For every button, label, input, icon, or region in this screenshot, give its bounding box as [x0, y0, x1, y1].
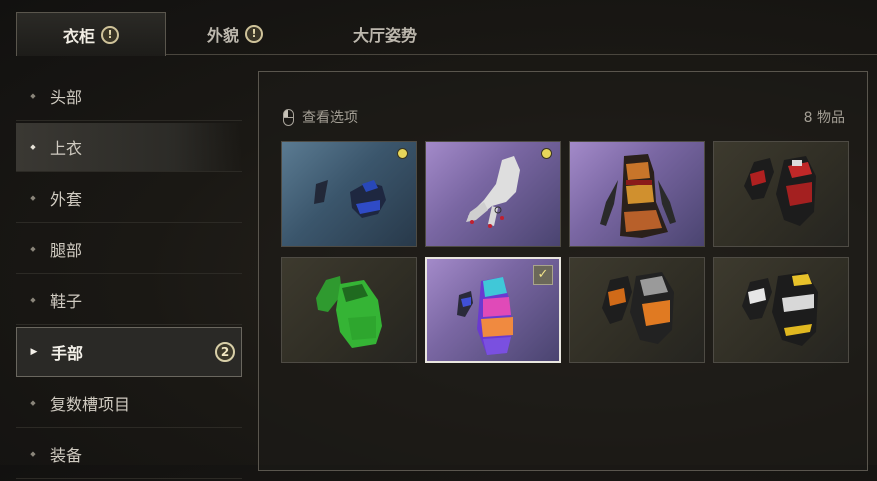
alert-icon: ! — [245, 24, 263, 43]
item-card[interactable] — [569, 257, 705, 363]
play-arrow-icon: ▶ — [30, 347, 38, 357]
item-card[interactable] — [425, 141, 561, 247]
tab-appearance-label: 外貌 — [206, 25, 239, 45]
yellow-tactical-glove-icon — [742, 272, 818, 346]
sidebar-item-coat[interactable]: ◆ 外套 — [16, 174, 242, 223]
item-card[interactable] — [713, 257, 849, 363]
sidebar-item-label: 上衣 — [50, 139, 83, 158]
bullet-icon: ◆ — [30, 450, 36, 458]
item-card-equipped[interactable]: ✓ — [425, 257, 561, 363]
sidebar-item-multi-slot[interactable]: ◆ 复数槽项目 — [16, 379, 242, 428]
mouse-icon — [283, 108, 294, 126]
sidebar-item-label: 复数槽项目 — [50, 395, 131, 414]
new-item-dot — [397, 148, 408, 159]
orange-tactical-glove-icon — [602, 272, 674, 344]
tab-lobby-pose-label: 大厅姿势 — [352, 25, 417, 45]
sidebar-item-shoes[interactable]: ◆ 鞋子 — [16, 276, 242, 325]
sidebar-item-top[interactable]: ◆ 上衣 — [16, 123, 242, 172]
floral-sleeve-glove-icon — [600, 154, 676, 238]
sidebar-item-label: 鞋子 — [50, 292, 83, 311]
sidebar-item-head[interactable]: ◆ 头部 — [16, 72, 242, 121]
item-card[interactable] — [713, 141, 849, 247]
new-count-badge: 2 — [215, 342, 235, 362]
sidebar-item-label: 腿部 — [50, 241, 83, 260]
item-grid: ✓ — [281, 141, 849, 363]
equipped-check-icon: ✓ — [533, 265, 553, 285]
bullet-icon: ◆ — [30, 296, 36, 304]
item-panel: 查看选项 8 物品 ✓ — [258, 71, 868, 471]
sidebar-item-equipment[interactable]: ◆ 装备 — [16, 430, 242, 479]
sidebar-item-label: 头部 — [50, 88, 83, 107]
sidebar-item-hands[interactable]: ▶ 手部 2 — [16, 327, 242, 377]
blue-fingerless-glove-icon — [314, 180, 386, 218]
tab-wardrobe-label: 衣柜 — [62, 26, 95, 46]
category-sidebar: ◆ 头部 ◆ 上衣 ◆ 外套 ◆ 腿部 ◆ 鞋子 ▶ 手部 2 ◆ 复数槽项目 … — [16, 72, 242, 481]
white-lace-glove-icon — [466, 156, 520, 228]
tab-appearance[interactable]: 外貌 ! — [180, 12, 290, 55]
tab-lobby-pose[interactable]: 大厅姿势 — [320, 12, 450, 55]
sidebar-item-label: 外套 — [50, 190, 83, 209]
sidebar-item-legs[interactable]: ◆ 腿部 — [16, 225, 242, 274]
panel-header: 查看选项 8 物品 — [283, 106, 845, 128]
red-racing-glove-icon — [744, 156, 816, 226]
green-glove-icon — [316, 276, 382, 348]
bullet-icon: ◆ — [30, 194, 36, 202]
sidebar-item-label: 装备 — [50, 446, 83, 465]
wardrobe-tab-bar: 衣柜 ! 外貌 ! 大厅姿势 — [0, 0, 877, 56]
item-card[interactable] — [569, 141, 705, 247]
tab-wardrobe[interactable]: 衣柜 ! — [16, 12, 166, 56]
bullet-icon: ◆ — [30, 245, 36, 253]
item-card[interactable] — [281, 257, 417, 363]
item-card[interactable] — [281, 141, 417, 247]
new-item-dot — [541, 148, 552, 159]
view-options-label[interactable]: 查看选项 — [302, 107, 358, 127]
sidebar-item-label: 手部 — [51, 344, 84, 363]
item-count: 8 物品 — [803, 110, 845, 126]
alert-icon: ! — [101, 25, 119, 44]
bullet-icon: ◆ — [30, 399, 36, 407]
bullet-icon: ◆ — [30, 92, 36, 100]
bullet-icon: ◆ — [30, 143, 36, 151]
